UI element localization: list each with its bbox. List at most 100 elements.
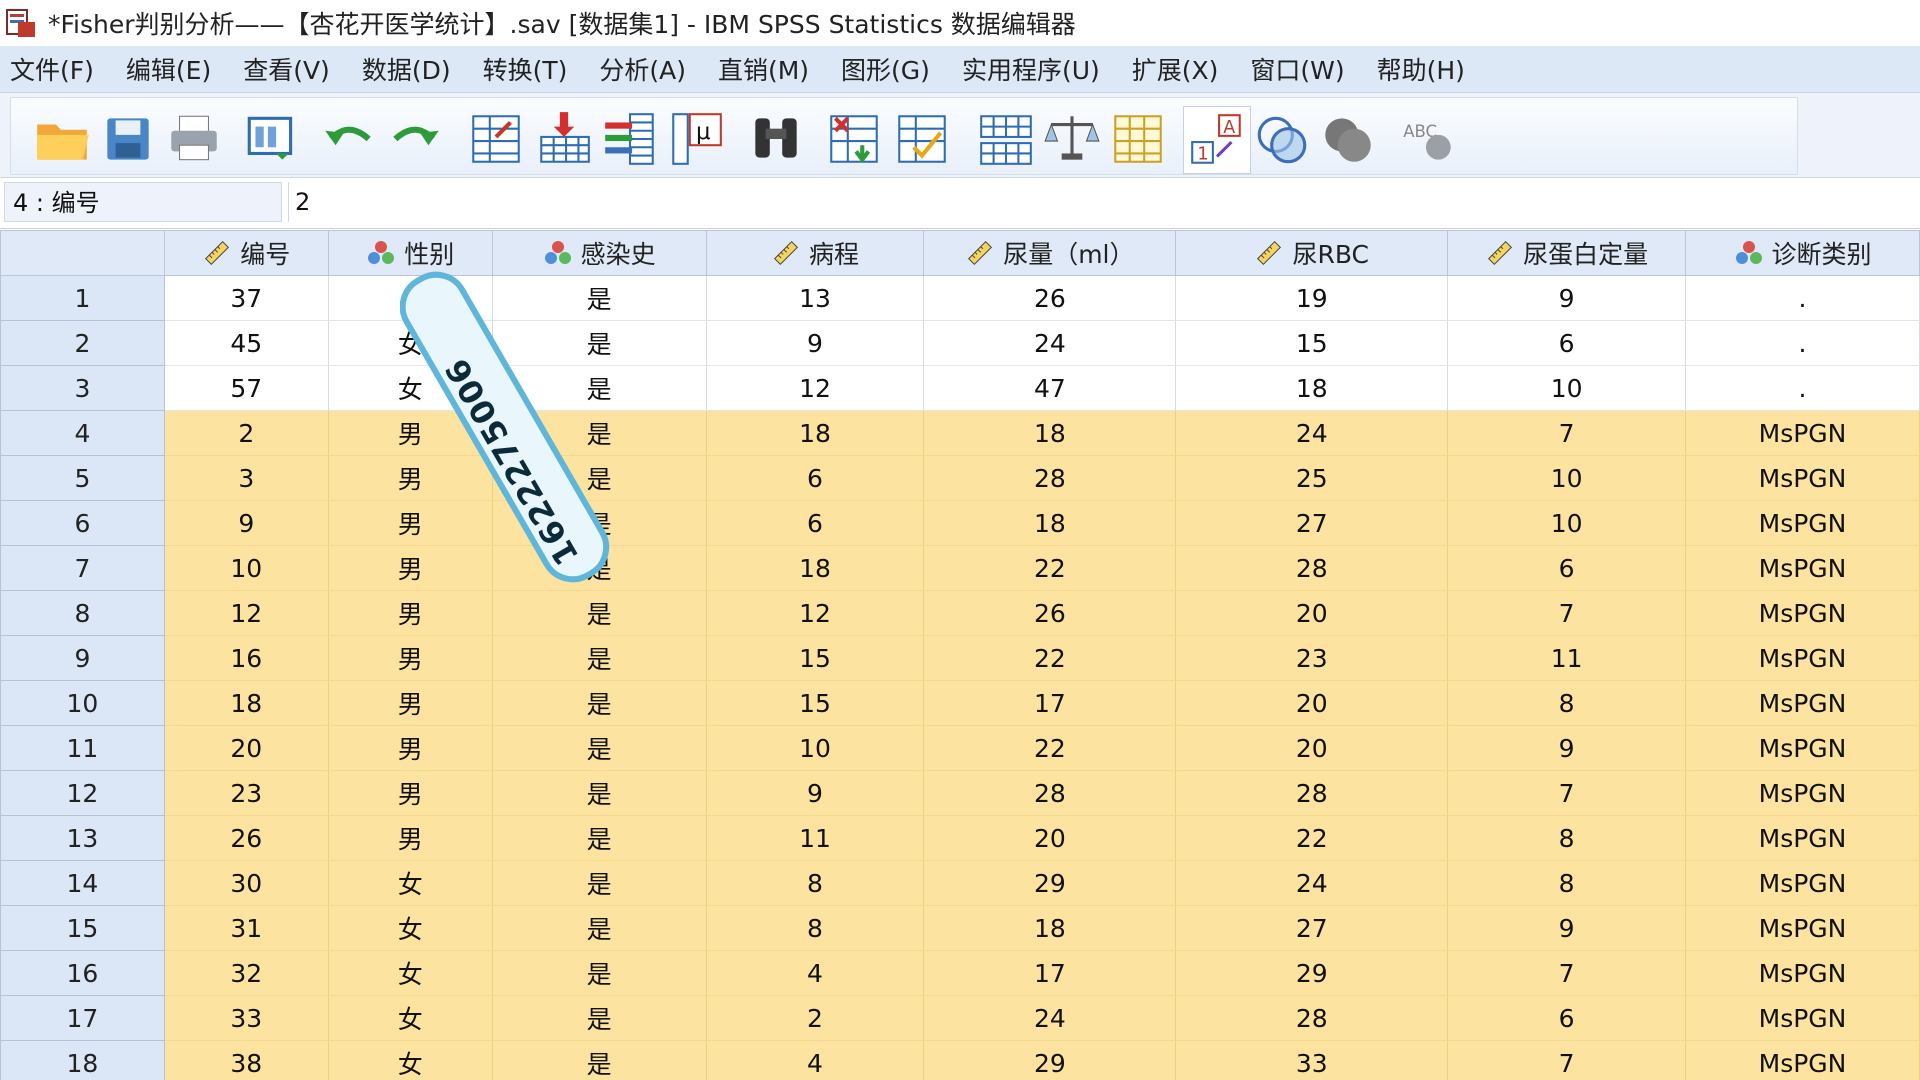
data-cell[interactable]: 男	[328, 815, 493, 861]
data-cell[interactable]: 24	[923, 320, 1177, 366]
data-cell[interactable]: .	[1685, 320, 1920, 366]
data-cell[interactable]: 是	[492, 680, 707, 726]
print-icon[interactable]	[161, 106, 227, 172]
data-cell[interactable]: MsPGN	[1685, 500, 1920, 546]
data-cell[interactable]: 男	[328, 635, 493, 681]
data-cell[interactable]: 3	[164, 455, 329, 501]
data-cell[interactable]: 26	[164, 815, 329, 861]
data-cell[interactable]: 9	[1447, 275, 1687, 321]
data-cell[interactable]: 26	[923, 275, 1177, 321]
menu-item-5[interactable]: 分析(A)	[583, 51, 702, 87]
data-cell[interactable]: 22	[923, 725, 1177, 771]
dialog-recall-icon[interactable]	[239, 106, 305, 172]
menu-item-4[interactable]: 转换(T)	[467, 51, 584, 87]
data-cell[interactable]: 女	[328, 320, 493, 366]
data-cell[interactable]: 45	[164, 320, 329, 366]
data-cell[interactable]: 是	[492, 545, 707, 591]
undo-icon[interactable]	[315, 106, 381, 172]
data-cell[interactable]: 20	[1175, 590, 1449, 636]
value-labels-icon[interactable]: A1	[1183, 106, 1251, 174]
column-header-4[interactable]: 尿量（ml）	[923, 230, 1177, 276]
data-cell[interactable]: MsPGN	[1685, 950, 1920, 996]
data-cell[interactable]: 13	[706, 275, 925, 321]
data-cell[interactable]: 是	[492, 455, 707, 501]
menu-item-2[interactable]: 查看(V)	[227, 51, 346, 87]
data-cell[interactable]: MsPGN	[1685, 410, 1920, 456]
data-cell[interactable]: 2	[164, 410, 329, 456]
data-cell[interactable]: 24	[1175, 410, 1449, 456]
data-cell[interactable]: 28	[1175, 770, 1449, 816]
data-cell[interactable]: 33	[1175, 1040, 1449, 1080]
data-cell[interactable]: 47	[923, 365, 1177, 411]
data-cell[interactable]: 男	[328, 725, 493, 771]
data-cell[interactable]: 是	[492, 320, 707, 366]
data-cell[interactable]: 是	[492, 365, 707, 411]
data-cell[interactable]: 22	[923, 635, 1177, 681]
data-cell[interactable]: 23	[164, 770, 329, 816]
row-number[interactable]: 17	[0, 995, 165, 1041]
data-cell[interactable]: 男	[328, 500, 493, 546]
data-cell[interactable]: MsPGN	[1685, 770, 1920, 816]
data-cell[interactable]: 10	[1447, 365, 1687, 411]
row-number[interactable]: 15	[0, 905, 165, 951]
data-cell[interactable]: 是	[492, 860, 707, 906]
row-number[interactable]: 2	[0, 320, 165, 366]
data-cell[interactable]: 10	[164, 545, 329, 591]
data-cell[interactable]: 28	[1175, 545, 1449, 591]
data-cell[interactable]: 27	[1175, 500, 1449, 546]
data-cell[interactable]: 8	[1447, 680, 1687, 726]
data-cell[interactable]: 4	[706, 1040, 925, 1080]
data-cell[interactable]: 女	[328, 860, 493, 906]
data-cell[interactable]: 28	[923, 455, 1177, 501]
data-cell[interactable]: 是	[492, 410, 707, 456]
row-number[interactable]: 8	[0, 590, 165, 636]
weight-cases-icon[interactable]	[1039, 106, 1105, 172]
data-cell[interactable]: 8	[1447, 860, 1687, 906]
data-cell[interactable]: 10	[1447, 455, 1687, 501]
data-cell[interactable]: 18	[1175, 365, 1449, 411]
data-cell[interactable]: 18	[923, 500, 1177, 546]
data-cell[interactable]: MsPGN	[1685, 1040, 1920, 1080]
data-cell[interactable]: 6	[1447, 545, 1687, 591]
data-cell[interactable]: 18	[923, 905, 1177, 951]
data-cell[interactable]: 30	[164, 860, 329, 906]
data-cell[interactable]: 是	[492, 770, 707, 816]
data-cell[interactable]: 11	[706, 815, 925, 861]
grid-corner[interactable]	[0, 230, 165, 276]
row-number[interactable]: 4	[0, 410, 165, 456]
column-header-7[interactable]: 诊断类别	[1685, 230, 1920, 276]
menu-item-1[interactable]: 编辑(E)	[110, 51, 227, 87]
data-cell[interactable]: 17	[923, 680, 1177, 726]
data-cell[interactable]: 7	[1447, 1040, 1687, 1080]
data-cell[interactable]: 男	[328, 455, 493, 501]
data-cell[interactable]: 33	[164, 995, 329, 1041]
data-cell[interactable]: 女	[328, 1040, 493, 1080]
spss-app-icon[interactable]	[4, 6, 38, 40]
data-cell[interactable]: 7	[1447, 950, 1687, 996]
data-cell[interactable]: 6	[1447, 995, 1687, 1041]
data-cell[interactable]	[328, 275, 493, 321]
data-cell[interactable]: MsPGN	[1685, 590, 1920, 636]
column-header-0[interactable]: 编号	[163, 230, 329, 276]
data-cell[interactable]: 女	[328, 365, 493, 411]
data-cell[interactable]: 10	[1447, 500, 1687, 546]
data-cell[interactable]: 26	[923, 590, 1177, 636]
row-number[interactable]: 12	[0, 770, 165, 816]
row-number[interactable]: 9	[0, 635, 165, 681]
row-number[interactable]: 6	[0, 500, 165, 546]
data-cell[interactable]: 18	[706, 410, 925, 456]
row-number[interactable]: 5	[0, 455, 165, 501]
data-cell[interactable]: 2	[706, 995, 925, 1041]
data-cell[interactable]: 男	[328, 590, 493, 636]
data-cell[interactable]: 12	[706, 590, 925, 636]
menu-item-11[interactable]: 帮助(H)	[1361, 51, 1481, 87]
data-cell[interactable]: 11	[1447, 635, 1687, 681]
data-cell[interactable]: 15	[1175, 320, 1449, 366]
menu-item-6[interactable]: 直销(M)	[702, 51, 825, 87]
data-cell[interactable]: MsPGN	[1685, 680, 1920, 726]
data-cell[interactable]: MsPGN	[1685, 815, 1920, 861]
data-cell[interactable]: 20	[1175, 725, 1449, 771]
data-cell[interactable]: 15	[706, 635, 925, 681]
data-cell[interactable]: 12	[706, 365, 925, 411]
data-cell[interactable]: 是	[492, 275, 707, 321]
